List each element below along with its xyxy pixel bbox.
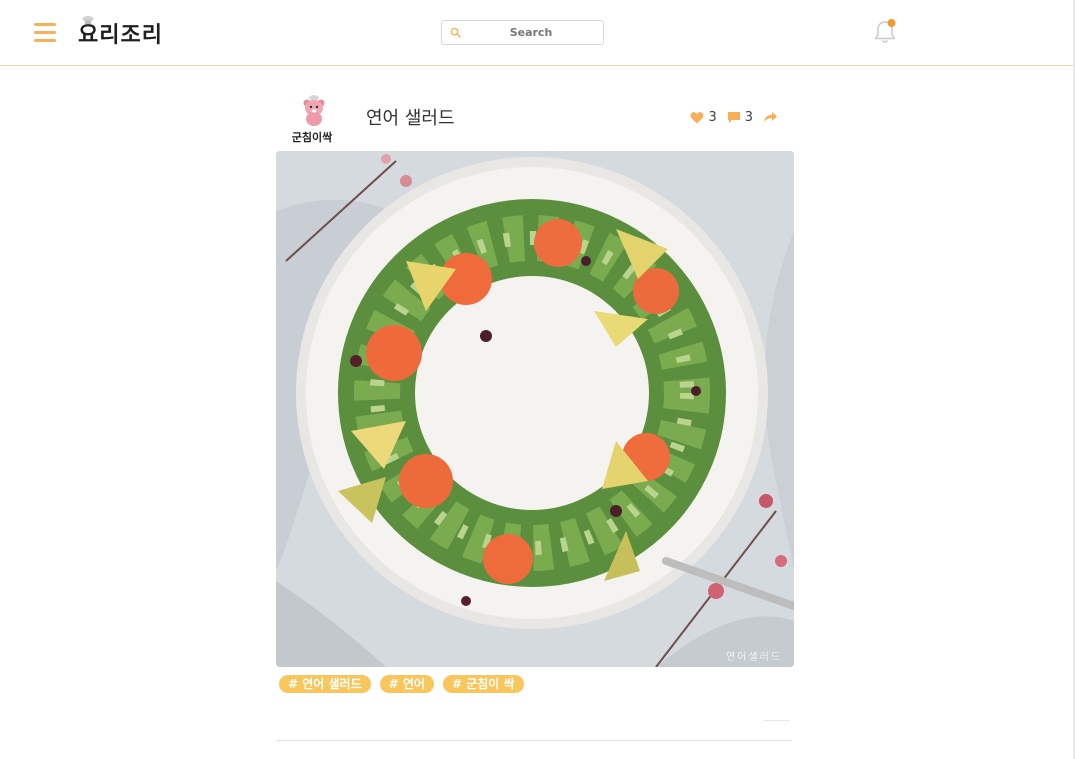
search-box[interactable] [441, 20, 604, 45]
author-name[interactable]: 군침이싹 [276, 129, 348, 145]
share-button[interactable] [763, 111, 778, 123]
tag-chip[interactable]: # 연어 [379, 675, 434, 693]
comment-icon [727, 111, 740, 123]
tag-chip[interactable]: # 군침이 싹 [442, 675, 524, 693]
section-separator [764, 720, 790, 721]
menu-bar-line [34, 31, 56, 34]
salmon-salad-image [276, 151, 794, 667]
hamburger-menu-icon[interactable] [34, 23, 56, 43]
bell-icon[interactable] [872, 18, 898, 46]
top-navigation-bar: 요리조리 [0, 0, 1075, 66]
search-input[interactable] [466, 23, 596, 42]
menu-bar-line [34, 23, 56, 26]
heart-icon [690, 111, 704, 123]
post-stats: 3 3 [690, 108, 778, 126]
comment-count: 3 [744, 109, 753, 125]
post-title: 연어 샐러드 [366, 108, 455, 129]
menu-bar-line [34, 39, 56, 42]
post-author[interactable]: 군침이싹 [276, 92, 348, 148]
notification-dot [887, 19, 896, 27]
logo-text: 요리조리 [78, 23, 163, 48]
like-count: 3 [708, 109, 717, 125]
search-icon [450, 27, 461, 38]
tag-chip[interactable]: # 연어 샐러드 [279, 675, 371, 693]
share-arrow-icon [764, 112, 777, 122]
author-avatar[interactable] [300, 94, 328, 126]
like-button[interactable]: 3 [690, 109, 717, 125]
chef-hat-icon [82, 16, 94, 24]
post-divider [276, 740, 792, 741]
comment-button[interactable]: 3 [727, 110, 753, 125]
site-logo[interactable]: 요리조리 [78, 16, 163, 52]
image-watermark: 연어샐러드 [726, 652, 782, 663]
post-tags: # 연어 샐러드 # 연어 # 군침이 싹 [279, 675, 524, 693]
recipe-photo[interactable]: 연어샐러드 [276, 151, 794, 667]
